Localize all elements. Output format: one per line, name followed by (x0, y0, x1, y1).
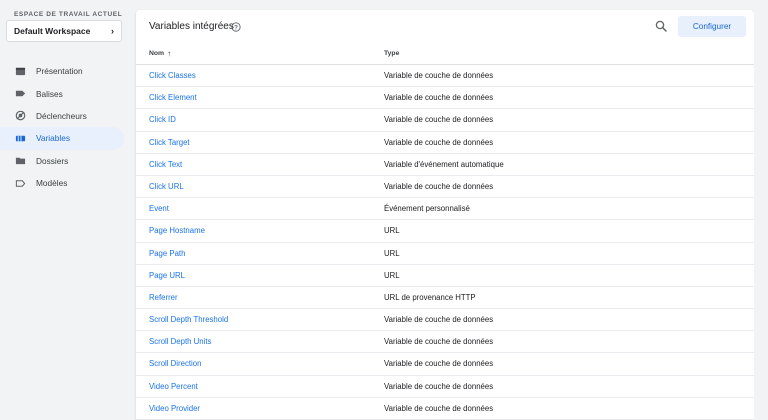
tag-icon (14, 88, 26, 100)
column-header-type: Type (384, 50, 400, 57)
table-row: Page Path URL (136, 243, 754, 265)
template-icon (14, 177, 26, 189)
sidebar-nav: Présentation Balises Déclencheurs Variab… (0, 60, 124, 194)
variable-name-link[interactable]: Page URL (149, 271, 185, 280)
table-row: Page URL URL (136, 265, 754, 287)
overview-icon (14, 65, 26, 77)
sidebar-item-label: Balises (36, 88, 63, 99)
table-row: Click ID Variable de couche de données (136, 109, 754, 132)
table-row: Video Provider Variable de couche de donn… (136, 398, 754, 420)
variable-name-link[interactable]: Scroll Depth Threshold (149, 315, 228, 324)
sidebar-item-variables[interactable]: Variables (0, 127, 124, 150)
variables-icon (14, 132, 26, 144)
table-row: Scroll Direction Variable de couche de do… (136, 353, 754, 376)
variables-panel: Variables intégrées ? Configurer Nom ↑ T… (136, 10, 754, 420)
variables-table-body: Click Classes Variable de couche de donné… (136, 65, 754, 420)
variable-name-link[interactable]: Page Path (149, 249, 185, 258)
variable-name-link[interactable]: Video Provider (149, 404, 200, 413)
variable-type: Variable de couche de données (384, 403, 494, 413)
workspace-name: Default Workspace (14, 26, 91, 36)
table-row: Scroll Depth Units Variable de couche de … (136, 331, 754, 354)
panel-title: Variables intégrées (149, 21, 234, 32)
variable-type: Variable de couche de données (384, 115, 494, 125)
table-row: Scroll Depth Threshold Variable de couche… (136, 309, 754, 332)
table-row: Click Text Variable d'événement automatiq… (136, 154, 754, 176)
variable-name-link[interactable]: Click URL (149, 182, 184, 191)
sidebar: ESPACE DE TRAVAIL ACTUEL Default Workspa… (0, 0, 128, 420)
page-right-margin (754, 0, 768, 420)
variable-name-link[interactable]: Page Hostname (149, 226, 205, 235)
sort-arrow-up-icon: ↑ (167, 49, 172, 58)
variable-name-link[interactable]: Event (149, 204, 169, 213)
sidebar-item-declencheurs[interactable]: Déclencheurs (0, 105, 124, 127)
table-row: Page Hostname URL (136, 220, 754, 243)
table-row: Click Classes Variable de couche de donné… (136, 65, 754, 88)
variable-type: URL (384, 226, 400, 236)
trigger-icon (14, 110, 26, 122)
variable-type: Variable de couche de données (384, 93, 494, 103)
variable-type: Variable de couche de données (384, 71, 494, 80)
column-header-name[interactable]: Nom ↑ (149, 49, 171, 58)
variable-name-link[interactable]: Referrer (149, 293, 178, 302)
variable-type: Variable de couche de données (384, 381, 494, 391)
variable-name-link[interactable]: Click Target (149, 138, 190, 147)
panel-header: Variables intégrées ? Configurer (136, 10, 754, 46)
folder-icon (14, 155, 26, 167)
variable-name-link[interactable]: Click Element (149, 93, 197, 102)
svg-text:?: ? (234, 24, 238, 31)
variable-name-link[interactable]: Click Classes (149, 71, 196, 80)
table-row: Click Element Variable de couche de donné… (136, 87, 754, 110)
table-header: Nom ↑ Type (136, 46, 754, 65)
variable-type: Variable d'événement automatique (384, 159, 504, 169)
variable-type: Variable de couche de données (384, 137, 494, 147)
variable-name-link[interactable]: Click Text (149, 160, 182, 169)
variable-type: URL de provenance HTTP (384, 292, 476, 302)
variable-type: Événement personnalisé (384, 204, 470, 214)
sidebar-item-label: Variables (36, 133, 70, 144)
sidebar-item-balises[interactable]: Balises (0, 82, 124, 104)
variable-type: URL (384, 270, 400, 280)
variable-type: URL (384, 248, 400, 258)
variable-name-link[interactable]: Click ID (149, 115, 176, 124)
sidebar-item-presentation[interactable]: Présentation (0, 60, 124, 82)
workspace-label: ESPACE DE TRAVAIL ACTUEL (14, 11, 123, 18)
configure-button[interactable]: Configurer (678, 16, 746, 37)
variable-name-link[interactable]: Video Percent (149, 382, 198, 391)
chevron-right-icon: › (111, 26, 114, 36)
sidebar-item-label: Modèles (36, 178, 68, 189)
sidebar-item-modeles[interactable]: Modèles (0, 172, 124, 194)
table-row: Video Percent Variable de couche de donné… (136, 376, 754, 398)
variable-type: Variable de couche de données (384, 337, 494, 347)
sidebar-item-label: Dossiers (36, 155, 69, 166)
table-row: Click Target Variable de couche de donnée… (136, 132, 754, 154)
search-icon[interactable] (655, 20, 667, 32)
table-row: Event Événement personnalisé (136, 198, 754, 221)
variable-name-link[interactable]: Scroll Direction (149, 359, 201, 368)
variable-name-link[interactable]: Scroll Depth Units (149, 337, 211, 346)
table-row: Click URL Variable de couche de données (136, 176, 754, 199)
sidebar-item-label: Présentation (36, 66, 83, 77)
sidebar-item-dossiers[interactable]: Dossiers (0, 150, 124, 172)
variable-type: Variable de couche de données (384, 315, 494, 325)
variable-type: Variable de couche de données (384, 359, 494, 369)
sidebar-item-label: Déclencheurs (36, 110, 87, 121)
help-icon[interactable]: ? (231, 22, 241, 32)
table-row: Referrer URL de provenance HTTP (136, 287, 754, 310)
column-name-label: Nom (149, 50, 165, 57)
workspace-selector[interactable]: Default Workspace › (6, 20, 122, 42)
variable-type: Variable de couche de données (384, 181, 494, 191)
